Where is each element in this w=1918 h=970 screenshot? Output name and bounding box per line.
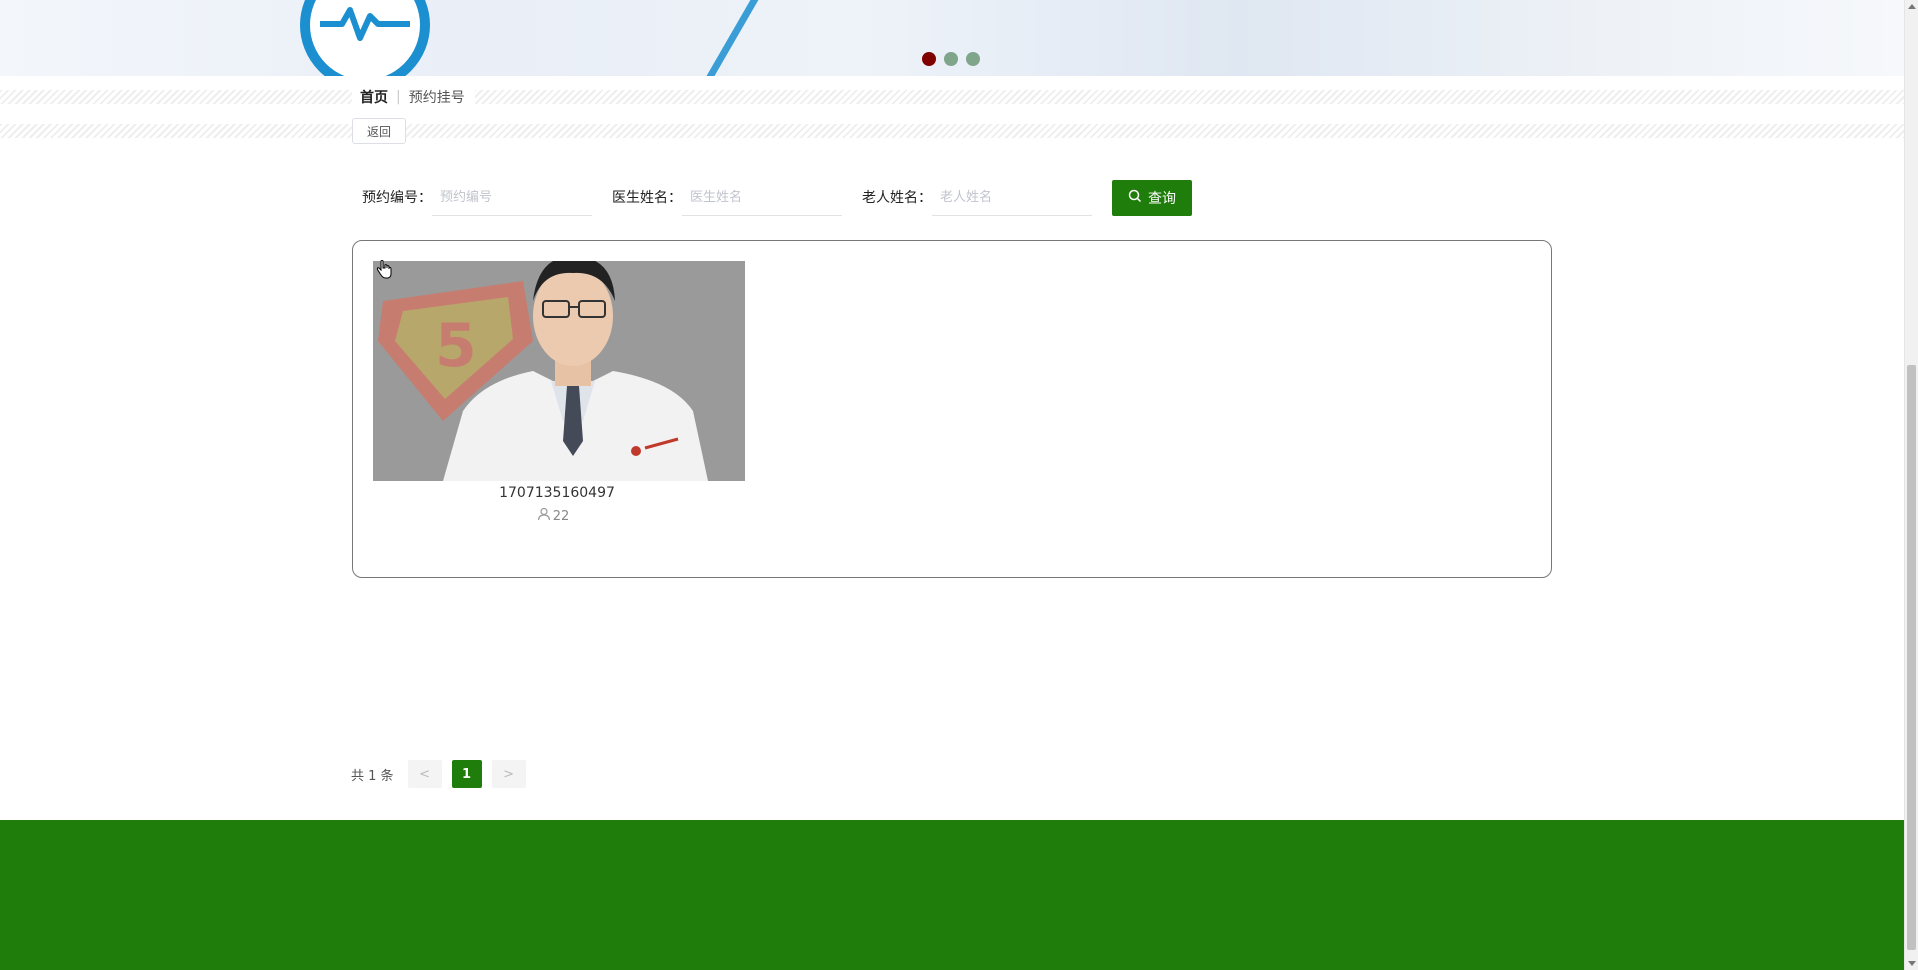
scroll-up-icon[interactable] xyxy=(1908,4,1916,9)
breadcrumb: 首页 | 预约挂号 xyxy=(352,84,475,110)
search-button-label: 查询 xyxy=(1148,191,1176,207)
footer xyxy=(0,820,1904,970)
heartbeat-icon xyxy=(300,0,430,76)
pagination: 共 1 条 < 1 > xyxy=(351,760,536,788)
search-button[interactable]: 查询 xyxy=(1112,180,1192,216)
breadcrumb-stripe xyxy=(0,90,1904,104)
breadcrumb-current[interactable]: 预约挂号 xyxy=(409,87,465,107)
banner-decoration xyxy=(174,0,794,76)
pagination-next-button[interactable]: > xyxy=(491,760,526,788)
carousel-dot-1[interactable] xyxy=(922,52,936,66)
scroll-down-icon[interactable] xyxy=(1908,961,1916,966)
carousel-dot-3[interactable] xyxy=(966,52,980,66)
carousel-indicators xyxy=(922,52,980,66)
doctor-name-input[interactable] xyxy=(682,180,842,216)
doctor-name-label: 医生姓名： xyxy=(612,190,682,206)
pagination-page-1[interactable]: 1 xyxy=(451,760,482,788)
back-button[interactable]: 返回 xyxy=(352,118,406,144)
breadcrumb-separator: | xyxy=(396,89,401,105)
carousel-dot-2[interactable] xyxy=(944,52,958,66)
elder-name-label: 老人姓名： xyxy=(862,190,932,206)
page: 首页 | 预约挂号 返回 预约编号： 医生姓名： 老人姓名： 查询 xyxy=(0,0,1918,970)
hand-cursor-icon xyxy=(376,260,392,284)
svg-text:5: 5 xyxy=(435,311,477,381)
result-card-meta: 22 xyxy=(367,507,739,525)
pagination-prev-button[interactable]: < xyxy=(407,760,442,788)
appointment-no-label: 预约编号： xyxy=(362,190,432,206)
doctor-photo: 5 xyxy=(373,261,745,481)
breadcrumb-home[interactable]: 首页 xyxy=(360,87,388,107)
vertical-scrollbar[interactable] xyxy=(1904,0,1918,970)
pagination-total: 共 1 条 xyxy=(351,768,394,784)
result-panel: 5 1707135160497 22 xyxy=(352,240,1552,578)
appointment-no-input[interactable] xyxy=(432,180,592,216)
search-icon xyxy=(1128,189,1142,207)
back-stripe xyxy=(0,124,1904,138)
scrollbar-thumb[interactable] xyxy=(1907,365,1916,950)
result-card-views: 22 xyxy=(552,508,570,524)
result-card-title: 1707135160497 xyxy=(499,485,615,501)
elder-name-input[interactable] xyxy=(932,180,1092,216)
banner-carousel[interactable] xyxy=(0,0,1904,76)
result-card[interactable]: 5 1707135160497 22 xyxy=(373,261,745,525)
user-icon xyxy=(537,507,551,525)
